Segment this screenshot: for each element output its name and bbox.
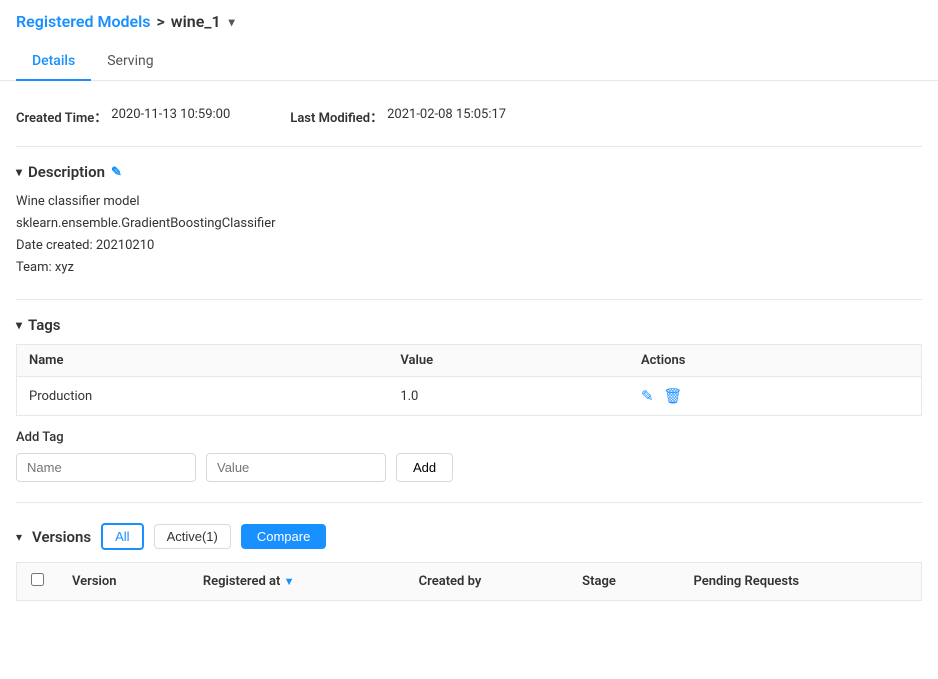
col-version: Version	[58, 563, 189, 601]
tags-header: ▾ Tags	[16, 316, 922, 334]
col-value: Value	[388, 345, 629, 377]
meta-row: Created Time： 2020-11-13 10:59:00 Last M…	[16, 107, 922, 126]
action-icons: ✎ 🗑	[641, 387, 909, 405]
delete-tag-icon[interactable]: 🗑	[664, 387, 683, 405]
add-tag-button[interactable]: Add	[396, 453, 453, 482]
created-value: 2020-11-13 10:59:00	[111, 107, 230, 126]
description-toggle[interactable]: ▾	[16, 165, 22, 179]
versions-title: Versions	[32, 528, 91, 546]
desc-line-3: Date created: 20210210	[16, 235, 922, 257]
add-tag-section: Add Tag Add	[16, 430, 922, 482]
versions-section: ▾ Versions All Active(1) Compare Version…	[16, 523, 922, 601]
col-created-by: Created by	[405, 563, 569, 601]
col-actions: Actions	[629, 345, 922, 377]
tag-name: Production	[17, 377, 389, 416]
description-section: ▾ Description ✎ Wine classifier model sk…	[16, 163, 922, 279]
filter-all-button[interactable]: All	[101, 523, 143, 550]
description-edit-icon[interactable]: ✎	[111, 165, 122, 180]
modified-time: Last Modified： 2021-02-08 15:05:17	[290, 107, 506, 126]
add-tag-label: Add Tag	[16, 430, 922, 445]
tag-value-input[interactable]	[206, 453, 386, 482]
desc-line-1: Wine classifier model	[16, 191, 922, 213]
divider-1	[16, 146, 922, 147]
col-name: Name	[17, 345, 389, 377]
tag-name-input[interactable]	[16, 453, 196, 482]
description-title: Description	[28, 163, 105, 181]
tag-value: 1.0	[388, 377, 629, 416]
tags-toggle[interactable]: ▾	[16, 318, 22, 332]
divider-3	[16, 502, 922, 503]
desc-line-2: sklearn.ensemble.GradientBoostingClassif…	[16, 213, 922, 235]
col-stage: Stage	[568, 563, 679, 601]
created-label: Created Time：	[16, 107, 107, 126]
desc-line-4: Team: xyz	[16, 257, 922, 279]
modified-value: 2021-02-08 15:05:17	[387, 107, 506, 126]
breadcrumb-parent[interactable]: Registered Models	[16, 12, 151, 31]
tab-details[interactable]: Details	[16, 43, 91, 81]
versions-table: Version Registered at ▼ Created by Stage…	[16, 562, 922, 601]
breadcrumb: Registered Models > wine_1 ▾	[0, 0, 938, 43]
tabs-bar: Details Serving	[0, 43, 938, 81]
versions-header: ▾ Versions All Active(1) Compare	[16, 523, 922, 550]
add-tag-inputs: Add	[16, 453, 922, 482]
versions-header-row: Version Registered at ▼ Created by Stage…	[17, 563, 922, 601]
breadcrumb-dropdown-icon[interactable]: ▾	[229, 15, 235, 29]
description-header: ▾ Description ✎	[16, 163, 922, 181]
sort-icon[interactable]: ▼	[284, 575, 295, 588]
col-registered-at: Registered at ▼	[189, 563, 405, 601]
divider-2	[16, 299, 922, 300]
tags-title: Tags	[28, 316, 61, 334]
compare-button[interactable]: Compare	[241, 524, 326, 549]
col-checkbox	[17, 563, 59, 601]
breadcrumb-separator: >	[157, 12, 165, 31]
created-time: Created Time： 2020-11-13 10:59:00	[16, 107, 230, 126]
edit-tag-icon[interactable]: ✎	[641, 387, 654, 405]
description-body: Wine classifier model sklearn.ensemble.G…	[16, 191, 922, 279]
filter-active-button[interactable]: Active(1)	[154, 524, 231, 549]
versions-toggle[interactable]: ▾	[16, 530, 22, 544]
tags-section: ▾ Tags Name Value Actions Production 1.0…	[16, 316, 922, 482]
modified-label: Last Modified：	[290, 107, 383, 126]
tags-table: Name Value Actions Production 1.0 ✎ 🗑	[16, 344, 922, 416]
tags-header-row: Name Value Actions	[17, 345, 922, 377]
table-row: Production 1.0 ✎ 🗑	[17, 377, 922, 416]
select-all-checkbox[interactable]	[31, 573, 44, 586]
breadcrumb-current: wine_1	[171, 12, 221, 31]
tab-serving[interactable]: Serving	[91, 43, 169, 81]
col-pending-requests: Pending Requests	[679, 563, 921, 601]
tag-actions: ✎ 🗑	[629, 377, 922, 416]
main-content: Created Time： 2020-11-13 10:59:00 Last M…	[0, 81, 938, 617]
